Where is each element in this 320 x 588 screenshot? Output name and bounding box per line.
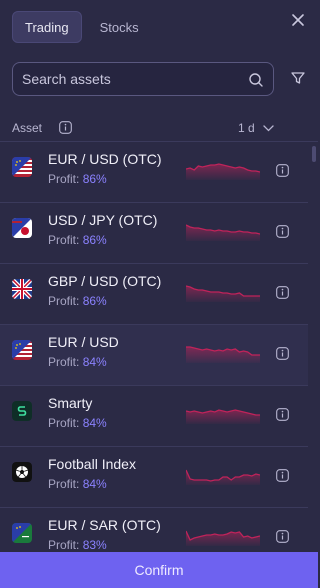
confirm-button[interactable]: Confirm xyxy=(0,552,318,588)
asset-row[interactable]: EUR / USD Profit: 84% xyxy=(0,325,308,386)
period-dropdown[interactable]: 1 d xyxy=(238,121,274,135)
profit-label: Profit: xyxy=(48,294,80,308)
tab-stocks[interactable]: Stocks xyxy=(88,11,151,43)
profit-label: Profit: xyxy=(48,416,80,430)
trend-sparkline xyxy=(186,341,260,363)
info-icon[interactable] xyxy=(276,530,289,543)
trend-sparkline xyxy=(185,280,260,302)
trend-sparkline xyxy=(185,158,261,180)
asset-profit: Profit: 86% xyxy=(48,172,107,186)
asset-row[interactable]: EUR / SAR (OTC) Profit: 83% xyxy=(0,508,308,552)
info-icon[interactable] xyxy=(276,408,289,421)
asset-profit: Profit: 84% xyxy=(48,355,107,369)
asset-name: Football Index xyxy=(48,456,136,472)
search-input[interactable] xyxy=(22,71,242,87)
trend-sparkline xyxy=(185,524,261,546)
smarty-logo-icon xyxy=(12,401,32,421)
asset-picker-panel: Trading Stocks Asset 1 d EUR / USD (OTC)… xyxy=(0,0,318,588)
profit-label: Profit: xyxy=(48,355,80,369)
profit-label: Profit: xyxy=(48,538,80,552)
close-icon[interactable] xyxy=(290,12,306,28)
chevron-down-icon xyxy=(263,124,274,131)
asset-name: EUR / USD xyxy=(48,334,119,350)
eu-us-flag-icon xyxy=(12,157,32,177)
tab-trading[interactable]: Trading xyxy=(12,11,82,43)
search-icon[interactable] xyxy=(248,72,264,88)
info-icon[interactable] xyxy=(276,347,289,360)
profit-label: Profit: xyxy=(48,233,80,247)
asset-profit: Profit: 84% xyxy=(48,477,107,491)
profit-value: 84% xyxy=(82,416,107,430)
info-icon[interactable] xyxy=(59,121,72,134)
info-icon[interactable] xyxy=(276,225,289,238)
info-icon[interactable] xyxy=(276,164,289,177)
asset-profit: Profit: 86% xyxy=(48,233,107,247)
profit-label: Profit: xyxy=(48,477,80,491)
search-box xyxy=(12,62,274,96)
profit-value: 86% xyxy=(82,172,107,186)
asset-row[interactable]: GBP / USD (OTC) Profit: 86% xyxy=(0,264,308,325)
asset-list: EUR / USD (OTC) Profit: 86% USD / JPY (OTC… xyxy=(0,142,318,552)
scrollbar-thumb[interactable] xyxy=(312,146,316,162)
eu-sa-flag-icon xyxy=(12,523,32,543)
profit-value: 83% xyxy=(82,538,107,552)
us-jp-flag-icon xyxy=(12,218,32,238)
asset-profit: Profit: 86% xyxy=(48,294,107,308)
info-icon[interactable] xyxy=(276,469,289,482)
profit-value: 86% xyxy=(82,294,107,308)
trend-sparkline xyxy=(185,402,260,424)
profit-value: 84% xyxy=(82,477,107,491)
list-header: Asset 1 d xyxy=(0,112,318,142)
period-label: 1 d xyxy=(238,121,255,135)
gb-us-flag-icon xyxy=(12,279,32,299)
asset-row[interactable]: Football Index Profit: 84% xyxy=(0,447,308,508)
eu-us-flag-icon xyxy=(12,340,32,360)
asset-profit: Profit: 83% xyxy=(48,538,107,552)
profit-value: 84% xyxy=(82,355,107,369)
asset-name: EUR / USD (OTC) xyxy=(48,151,162,167)
asset-column-label: Asset xyxy=(12,121,43,135)
profit-value: 86% xyxy=(82,233,107,247)
info-icon[interactable] xyxy=(276,286,289,299)
asset-row[interactable]: Smarty Profit: 84% xyxy=(0,386,308,447)
asset-type-tabs: Trading Stocks xyxy=(12,11,151,43)
asset-row[interactable]: USD / JPY (OTC) Profit: 86% xyxy=(0,203,308,264)
scrollbar[interactable] xyxy=(310,142,318,552)
asset-name: EUR / SAR (OTC) xyxy=(48,517,161,533)
profit-label: Profit: xyxy=(48,172,80,186)
asset-row[interactable]: EUR / USD (OTC) Profit: 86% xyxy=(0,142,308,203)
asset-name: Smarty xyxy=(48,395,93,411)
asset-name: GBP / USD (OTC) xyxy=(48,273,162,289)
trend-sparkline xyxy=(185,219,261,241)
asset-name: USD / JPY (OTC) xyxy=(48,212,158,228)
football-icon xyxy=(12,462,32,482)
trend-sparkline xyxy=(185,463,261,485)
filter-icon[interactable] xyxy=(290,70,306,86)
asset-profit: Profit: 84% xyxy=(48,416,107,430)
